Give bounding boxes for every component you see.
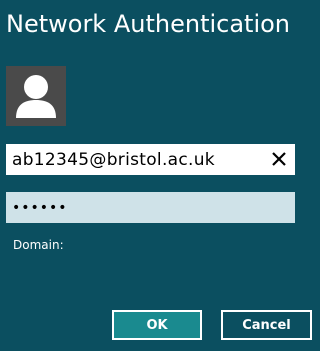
user-avatar-icon xyxy=(6,66,66,126)
dialog-title: Network Authentication xyxy=(6,10,291,38)
cancel-button[interactable]: Cancel xyxy=(221,310,312,340)
password-input[interactable] xyxy=(6,192,295,223)
domain-label: Domain: xyxy=(13,238,64,252)
username-input[interactable] xyxy=(6,144,295,175)
ok-button[interactable]: OK xyxy=(112,310,202,340)
close-icon[interactable] xyxy=(268,148,290,170)
